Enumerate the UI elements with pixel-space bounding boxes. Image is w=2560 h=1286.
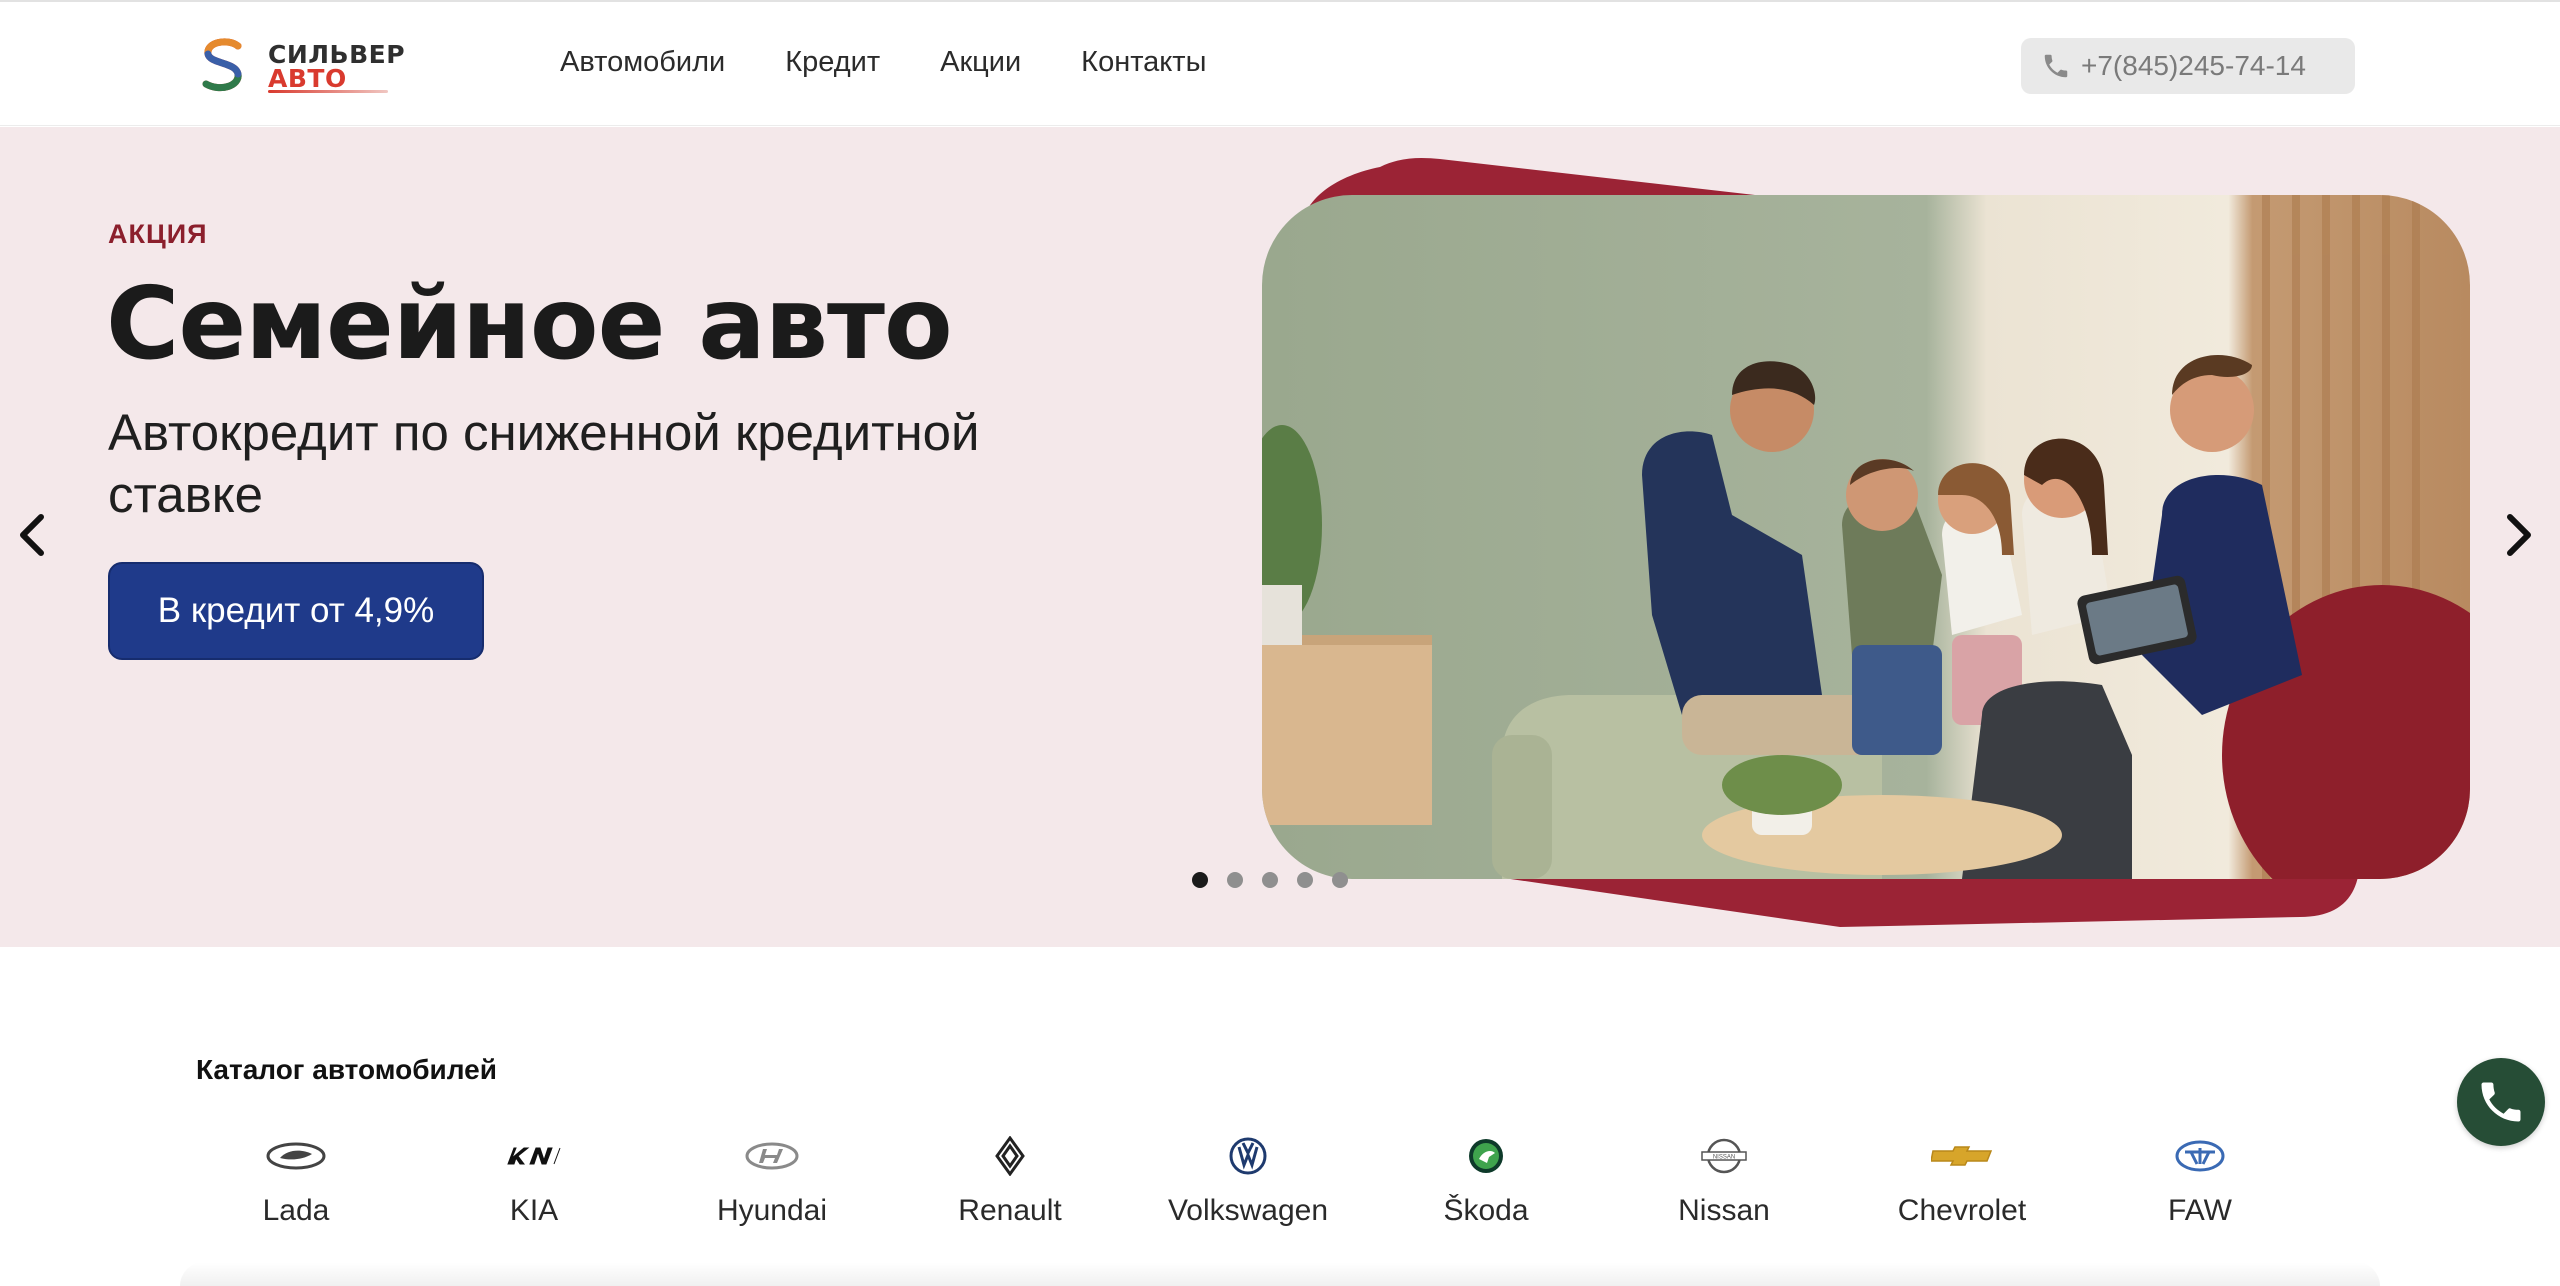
promo-tag: АКЦИЯ (108, 219, 208, 249)
nissan-logo-icon: NISSAN (1624, 1128, 1824, 1184)
phone-button[interactable]: +7(845)245-74-14 (2021, 38, 2355, 94)
logo-text-bottom: АВТО (268, 64, 347, 93)
brand-item-faw[interactable]: FAW (2100, 1128, 2300, 1228)
nav-item-cars[interactable]: Автомобили (560, 46, 725, 79)
logo-underline (268, 90, 388, 93)
hero-family-photo (1262, 195, 2470, 879)
carousel-dot-4[interactable] (1297, 872, 1313, 888)
section-shadow (180, 1262, 2380, 1286)
logo-mark-icon (202, 38, 242, 92)
credit-cta-button[interactable]: В кредит от 4,9% (108, 562, 484, 660)
chevron-right-icon (2507, 514, 2531, 556)
svg-text:NISSAN: NISSAN (1713, 1155, 1735, 1161)
hero-subtitle: Автокредит по сниженной кредитной ставке (108, 404, 980, 523)
brand-item-volkswagen[interactable]: Volkswagen (1148, 1128, 1348, 1228)
brand-label: Volkswagen (1167, 1194, 1329, 1227)
logo[interactable]: СИЛЬВЕР АВТО (198, 38, 408, 94)
brand-label: Lada (262, 1194, 330, 1227)
hyundai-logo-icon (672, 1128, 872, 1184)
renault-logo-icon (910, 1128, 1110, 1184)
brand-list: Lada KIA Hyundai Renault Volkswagen Škod… (196, 1128, 2232, 1228)
family-photo-image (1262, 195, 2470, 879)
carousel-dot-2[interactable] (1227, 872, 1243, 888)
brand-label: Škoda (1443, 1194, 1529, 1227)
main-nav: Автомобили Кредит Акции Контакты (560, 46, 1266, 79)
carousel-dots (1192, 872, 1348, 888)
nav-item-contacts[interactable]: Контакты (1081, 46, 1206, 79)
brand-label: Hyundai (716, 1194, 828, 1227)
carousel-dot-5[interactable] (1332, 872, 1348, 888)
brand-item-kia[interactable]: KIA (434, 1128, 634, 1228)
carousel-next-button[interactable] (2491, 507, 2547, 563)
brand-label: Chevrolet (1897, 1194, 2027, 1227)
chevrolet-logo-icon (1862, 1128, 2062, 1184)
hero-carousel: АКЦИЯ Семейное авто Автокредит по снижен… (0, 127, 2560, 947)
nav-item-promotions[interactable]: Акции (940, 46, 1021, 79)
catalog-title: Каталог автомобилей (196, 1054, 497, 1085)
carousel-prev-button[interactable] (4, 507, 60, 563)
brand-label: Nissan (1678, 1194, 1770, 1227)
brand-item-renault[interactable]: Renault (910, 1128, 1110, 1228)
faw-logo-icon (2100, 1128, 2300, 1184)
call-button[interactable] (2457, 1058, 2545, 1146)
phone-icon (2481, 1082, 2521, 1122)
carousel-dot-1[interactable] (1192, 872, 1208, 888)
brand-label: KIA (509, 1194, 559, 1227)
carousel-dot-3[interactable] (1262, 872, 1278, 888)
nav-item-credit[interactable]: Кредит (785, 46, 880, 79)
kia-logo-icon (434, 1128, 634, 1184)
hero-title: Семейное авто (106, 265, 953, 382)
brand-item-chevrolet[interactable]: Chevrolet (1862, 1128, 2062, 1228)
skoda-logo-icon (1386, 1128, 1586, 1184)
volkswagen-logo-icon (1148, 1128, 1348, 1184)
chevron-left-icon (20, 514, 44, 556)
brand-label: Renault (958, 1194, 1062, 1227)
lada-logo-icon (196, 1128, 396, 1184)
brand-item-hyundai[interactable]: Hyundai (672, 1128, 872, 1228)
phone-icon (2044, 54, 2068, 78)
site-header: СИЛЬВЕР АВТО Автомобили Кредит Акции Кон… (0, 0, 2560, 126)
phone-number: +7(845)245-74-14 (2081, 50, 2306, 81)
brand-item-lada[interactable]: Lada (196, 1128, 396, 1228)
brand-item-skoda[interactable]: Škoda (1386, 1128, 1586, 1228)
brand-label: FAW (2168, 1194, 2232, 1227)
brand-item-nissan[interactable]: NISSAN Nissan (1624, 1128, 1824, 1228)
